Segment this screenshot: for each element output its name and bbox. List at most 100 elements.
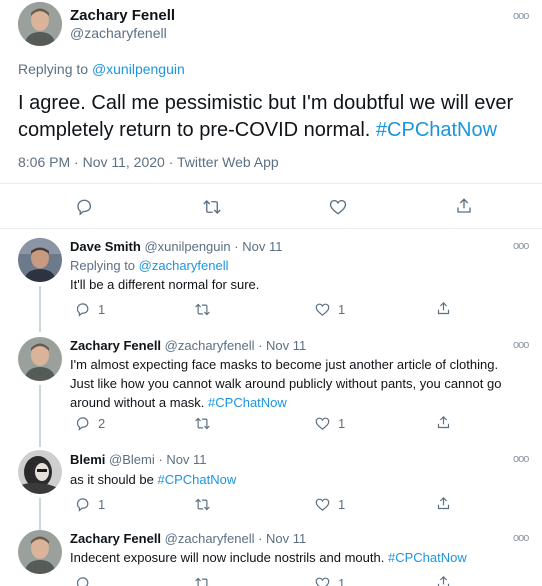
heart-icon <box>315 498 330 511</box>
reply-header: Blemi @Blemi · Nov 11 <box>70 452 207 467</box>
hashtag-link[interactable]: #CPChatNow <box>157 472 236 487</box>
like-count: 1 <box>338 497 346 512</box>
replying-to-link[interactable]: @zacharyfenell <box>139 258 229 273</box>
thread-line <box>39 498 41 532</box>
reply-count: 1 <box>98 497 106 512</box>
avatar[interactable] <box>18 337 62 381</box>
share-button[interactable] <box>436 496 451 511</box>
author-handle[interactable]: @zacharyfenell <box>165 531 255 546</box>
reply-icon <box>76 417 89 431</box>
tweet-text: as it should be #CPChatNow <box>70 470 520 489</box>
more-icon[interactable]: ooo <box>513 532 529 544</box>
reply-icon <box>77 199 92 216</box>
like-button[interactable] <box>329 198 347 216</box>
like-count: 1 <box>338 302 346 317</box>
replying-to: Replying to @zacharyfenell <box>70 258 228 273</box>
share-icon <box>437 416 450 429</box>
author-name[interactable]: Zachary Fenell <box>70 531 161 546</box>
like-button[interactable]: 1 <box>315 416 345 431</box>
retweet-icon <box>195 498 210 511</box>
author-handle[interactable]: @zacharyfenell <box>165 338 255 353</box>
more-icon[interactable]: ooo <box>513 240 529 252</box>
reply-icon <box>76 498 89 512</box>
reply-button[interactable]: 2 <box>75 416 105 431</box>
more-icon[interactable]: ooo <box>513 453 529 465</box>
like-button[interactable]: 1 <box>315 576 345 586</box>
tweet-body: It'll be a different normal for sure. <box>70 277 260 292</box>
tweet-date[interactable]: Nov 11 <box>166 452 206 467</box>
heart-icon <box>315 303 330 316</box>
tweet-date[interactable]: Nov 11 <box>242 239 282 254</box>
avatar[interactable] <box>18 450 62 494</box>
author-handle[interactable]: @Blemi <box>109 452 155 467</box>
hashtag-link[interactable]: #CPChatNow <box>388 550 467 565</box>
author-name[interactable]: Dave Smith <box>70 239 141 254</box>
share-icon <box>437 302 450 315</box>
tweet-text: Indecent exposure will now include nostr… <box>70 548 520 567</box>
hashtag-link[interactable]: #CPChatNow <box>376 119 497 141</box>
reply-count: 2 <box>98 416 106 431</box>
tweet-meta: 8:06 PM · Nov 11, 2020 · Twitter Web App <box>18 154 279 170</box>
tweet-date[interactable]: Nov 11 <box>266 338 306 353</box>
retweet-icon <box>195 303 210 316</box>
divider <box>0 183 542 184</box>
replying-to: Replying to @xunilpenguin <box>18 61 185 77</box>
avatar[interactable] <box>18 238 62 282</box>
divider <box>0 228 542 229</box>
reply-button[interactable]: 1 <box>75 302 105 317</box>
share-icon <box>457 198 471 213</box>
share-button[interactable] <box>436 415 451 430</box>
reply-button[interactable]: 1 <box>75 497 105 512</box>
tweet-body: as it should be <box>70 472 154 487</box>
thread-line <box>39 286 41 332</box>
retweet-icon <box>195 577 210 586</box>
replying-prefix: Replying to <box>70 258 136 273</box>
share-icon <box>437 497 450 510</box>
retweet-icon <box>203 200 221 214</box>
like-button[interactable]: 1 <box>315 497 345 512</box>
reply-icon <box>76 577 89 586</box>
more-icon[interactable]: ooo <box>513 10 529 22</box>
hashtag-link[interactable]: #CPChatNow <box>208 395 287 410</box>
reply-icon <box>76 303 89 317</box>
reply-count: 1 <box>98 302 106 317</box>
author-handle[interactable]: @zacharyfenell <box>70 25 167 41</box>
reply-button[interactable] <box>75 576 90 586</box>
retweet-button[interactable] <box>194 497 211 512</box>
avatar[interactable] <box>18 2 62 46</box>
like-count: 1 <box>338 416 346 431</box>
tweet-body: Indecent exposure will now include nostr… <box>70 550 385 565</box>
like-count: 1 <box>338 576 346 586</box>
replying-to-link[interactable]: @xunilpenguin <box>92 61 185 77</box>
more-icon[interactable]: ooo <box>513 339 529 351</box>
heart-icon <box>329 199 347 215</box>
thread-line <box>39 385 41 447</box>
heart-icon <box>315 577 330 586</box>
share-button[interactable] <box>436 575 451 586</box>
share-icon <box>437 576 450 586</box>
author-name[interactable]: Zachary Fenell <box>70 7 175 24</box>
retweet-button[interactable] <box>194 576 211 586</box>
tweet-text: I'm almost expecting face masks to becom… <box>70 355 525 412</box>
author-name[interactable]: Blemi <box>70 452 105 467</box>
retweet-button[interactable] <box>194 302 211 317</box>
share-button[interactable] <box>455 197 473 215</box>
like-button[interactable]: 1 <box>315 302 345 317</box>
avatar[interactable] <box>18 530 62 574</box>
author-handle[interactable]: @xunilpenguin <box>144 239 230 254</box>
tweet-text: It'll be a different normal for sure. <box>70 275 520 294</box>
reply-header: Zachary Fenell @zacharyfenell · Nov 11 <box>70 338 307 353</box>
tweet-date[interactable]: Nov 11 <box>266 531 306 546</box>
retweet-icon <box>195 417 210 430</box>
tweet-source[interactable]: Twitter Web App <box>177 154 279 170</box>
reply-button[interactable] <box>75 198 93 216</box>
share-button[interactable] <box>436 301 451 316</box>
retweet-button[interactable] <box>202 198 222 216</box>
retweet-button[interactable] <box>194 416 211 431</box>
tweet-timestamp[interactable]: 8:06 PM · Nov 11, 2020 <box>18 154 165 170</box>
author-name[interactable]: Zachary Fenell <box>70 338 161 353</box>
tweet-text: I agree. Call me pessimistic but I'm dou… <box>18 90 533 144</box>
reply-header: Dave Smith @xunilpenguin · Nov 11 <box>70 239 283 254</box>
replying-prefix: Replying to <box>18 61 89 77</box>
reply-header: Zachary Fenell @zacharyfenell · Nov 11 <box>70 531 307 546</box>
